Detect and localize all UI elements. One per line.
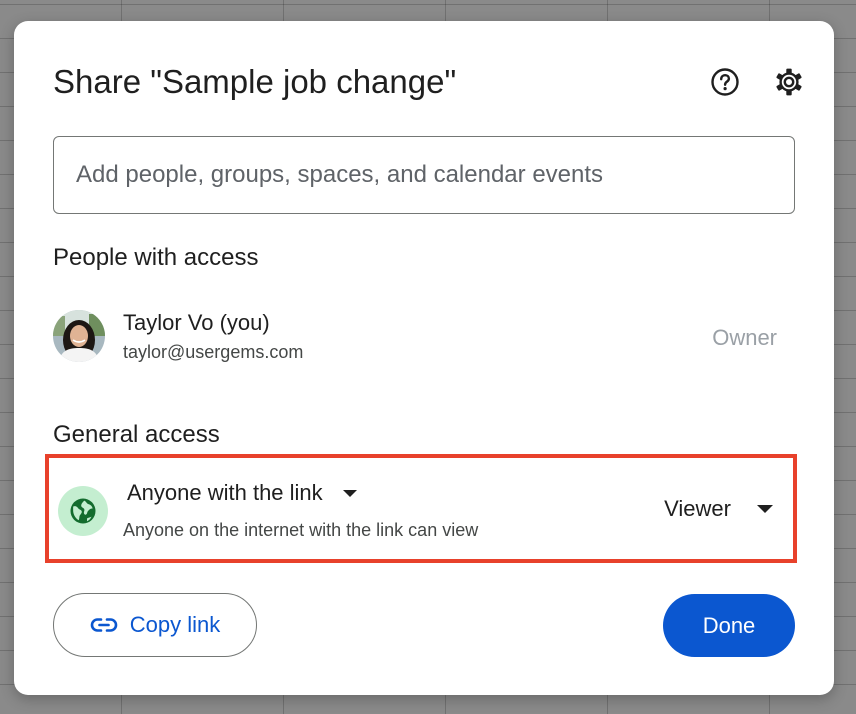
person-row: Taylor Vo (you) taylor@usergems.com Owne…: [53, 310, 795, 364]
done-button[interactable]: Done: [663, 594, 795, 657]
access-description: Anyone on the internet with the link can…: [123, 520, 479, 540]
access-role-label: Viewer: [664, 496, 731, 521]
person-role: Owner: [712, 325, 777, 350]
done-label: Done: [702, 612, 756, 638]
person-email: taylor@usergems.com: [123, 342, 304, 362]
help-circle-icon: [711, 68, 739, 96]
access-role-dropdown[interactable]: Viewer: [664, 496, 773, 522]
copy-link-label: Copy link: [129, 612, 221, 637]
link-icon: [90, 618, 117, 632]
share-dialog: Share "Sample job change" People with ac…: [14, 21, 834, 695]
gear-icon: [776, 68, 802, 96]
copy-link-button[interactable]: Copy link: [53, 593, 257, 657]
person-name: Taylor Vo (you): [123, 310, 270, 335]
avatar: [53, 310, 105, 362]
add-people-input[interactable]: [53, 136, 795, 214]
globe-badge: [58, 486, 108, 536]
caret-down-icon: [342, 489, 357, 497]
people-with-access-heading: People with access: [53, 244, 259, 271]
caret-down-icon: [757, 505, 773, 513]
access-scope-label: Anyone with the link: [127, 480, 323, 505]
settings-button[interactable]: [771, 64, 807, 100]
access-scope-dropdown[interactable]: Anyone with the link: [127, 480, 357, 506]
general-access-heading: General access: [53, 421, 220, 448]
dialog-title: Share "Sample job change": [53, 63, 457, 100]
help-button[interactable]: [707, 64, 743, 100]
general-access-highlight: Anyone with the link Anyone on the inter…: [45, 454, 797, 563]
globe-icon: [70, 498, 96, 524]
